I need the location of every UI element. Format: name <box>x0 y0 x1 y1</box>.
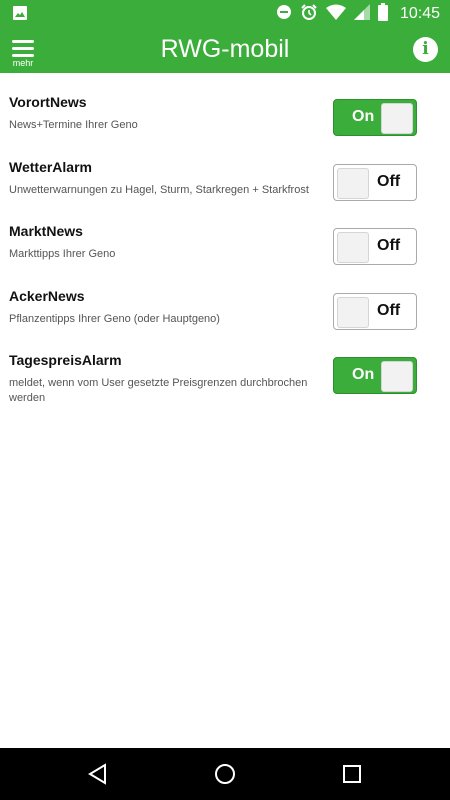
page-title: RWG-mobil <box>160 35 290 63</box>
setting-row-marktnews: MarktNews Markttipps Ihrer Geno Off <box>0 202 450 267</box>
setting-description: Unwetterwarnungen zu Hagel, Sturm, Stark… <box>9 183 309 196</box>
toggle-marktnews[interactable]: Off <box>333 228 417 265</box>
dnd-icon <box>276 4 292 25</box>
toggle-label: Off <box>377 301 401 319</box>
setting-description: meldet, wenn vom User gesetzte Preisgren… <box>9 377 308 404</box>
toggle-wetteralarm[interactable]: Off <box>333 163 417 201</box>
back-icon[interactable] <box>86 762 110 786</box>
setting-row-tagespreisalarm: TagespreisAlarm meldet, wenn vom User ge… <box>0 331 450 404</box>
toggle-vorortnews[interactable]: On <box>333 99 417 136</box>
toggle-knob <box>381 103 413 134</box>
toggle-knob <box>337 232 369 263</box>
toggle-ackernews[interactable]: Off <box>333 292 417 330</box>
toggle-label: On <box>352 366 375 383</box>
setting-row-wetteralarm: WetterAlarm Unwetterwarnungen zu Hagel, … <box>0 138 450 203</box>
setting-description: Pflanzentipps Ihrer Geno (oder Hauptgeno… <box>9 312 220 325</box>
toggle-label: Off <box>377 172 401 190</box>
toggle-knob <box>381 361 413 392</box>
status-time: 10:45 <box>399 5 440 22</box>
recents-icon[interactable] <box>340 762 364 786</box>
info-icon[interactable]: i <box>413 37 438 62</box>
setting-title: VorortNews <box>9 94 87 110</box>
setting-description: Markttipps Ihrer Geno <box>9 248 116 260</box>
home-icon[interactable] <box>213 762 237 786</box>
toggle-knob <box>337 296 369 328</box>
setting-title: TagespreisAlarm <box>9 352 122 368</box>
toggle-tagespreisalarm[interactable]: On <box>333 357 417 394</box>
image-notification-icon <box>12 5 28 26</box>
setting-row-vorortnews: VorortNews News+Termine Ihrer Geno On <box>0 73 450 138</box>
setting-description: News+Termine Ihrer Geno <box>9 119 138 131</box>
signal-icon <box>353 3 370 25</box>
status-bar: 10:45 <box>0 0 450 28</box>
toggle-label: On <box>352 108 375 125</box>
status-icons: 10:45 <box>276 0 440 28</box>
navigation-bar <box>0 748 450 800</box>
toggle-knob <box>337 167 369 199</box>
wifi-icon <box>325 4 346 25</box>
settings-list: VorortNews News+Termine Ihrer Geno On We… <box>0 73 450 404</box>
setting-title: AckerNews <box>9 287 85 304</box>
battery-icon <box>377 2 388 26</box>
alarm-icon <box>300 3 318 26</box>
setting-title: WetterAlarm <box>9 158 92 175</box>
setting-row-ackernews: AckerNews Pflanzentipps Ihrer Geno (oder… <box>0 267 450 332</box>
app-bar: mehr RWG-mobil i <box>0 28 450 73</box>
toggle-label: Off <box>377 237 401 254</box>
setting-title: MarktNews <box>9 223 83 239</box>
